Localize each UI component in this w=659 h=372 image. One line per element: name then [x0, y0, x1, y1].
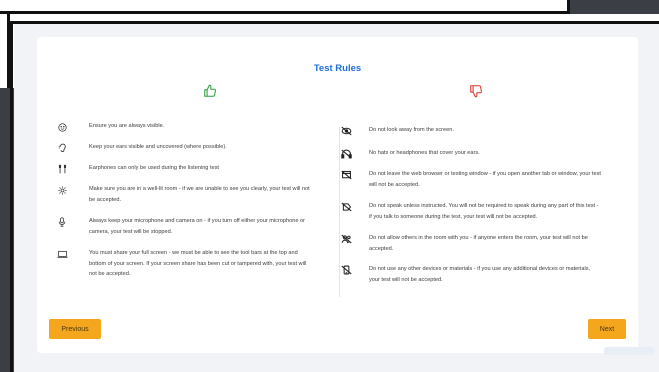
- list-item: Do not speak unless instructed. You will…: [339, 201, 601, 222]
- no-leave-window-icon: [339, 169, 353, 181]
- corner-overlay: [604, 347, 654, 355]
- rule-text: Do not use any other devices or material…: [369, 266, 591, 283]
- list-item: Earphones can only be used during the li…: [55, 163, 314, 175]
- no-speaking-icon: [339, 201, 353, 213]
- rule-text: Ensure you are always visible.: [89, 123, 165, 129]
- list-item: Do not look away from the screen.: [339, 125, 601, 137]
- rule-text: Do not speak unless instructed. You will…: [369, 203, 599, 220]
- no-look-away-icon: [339, 125, 353, 137]
- list-item: Do not allow others in the room with you…: [339, 233, 601, 254]
- rule-text: Do not allow others in the room with you…: [369, 235, 588, 252]
- rule-text: Earphones can only be used during the li…: [89, 165, 219, 171]
- earphones-icon: [55, 163, 69, 175]
- rule-text: No hats or headphones that cover your ea…: [369, 150, 480, 156]
- no-headphones-icon: [339, 148, 353, 160]
- light-icon: [55, 184, 69, 196]
- frame-line: [0, 11, 570, 14]
- list-item: Keep your ears visible and uncovered (wh…: [55, 142, 314, 154]
- list-item: You must share your full screen - we mus…: [55, 248, 314, 280]
- laptop-icon: [55, 248, 69, 260]
- frame-line: [10, 21, 13, 372]
- rule-text: Always keep your microphone and camera o…: [89, 218, 305, 235]
- microphone-icon: [55, 216, 69, 228]
- rule-text: Do not leave the web browser or testing …: [369, 171, 601, 188]
- rule-text: Keep your ears visible and uncovered (wh…: [89, 144, 227, 150]
- list-item: Do not use any other devices or material…: [339, 264, 601, 285]
- no-others-icon: [339, 233, 353, 245]
- thumbs-down-icon: [470, 85, 482, 98]
- frame-line: [10, 21, 659, 24]
- next-button[interactable]: Next: [588, 319, 626, 339]
- list-item: Do not leave the web browser or testing …: [339, 169, 601, 190]
- thumbs-up-icon: [204, 84, 216, 97]
- smiley-icon: [55, 121, 69, 133]
- previous-button[interactable]: Previous: [49, 319, 101, 339]
- page-title: Test Rules: [313, 63, 362, 74]
- ear-icon: [55, 142, 69, 154]
- rule-text: You must share your full screen - we mus…: [89, 250, 307, 277]
- rules-card: Test Rules Ensure you are always visible…: [37, 37, 638, 353]
- rule-text: Do not look away from the screen.: [369, 127, 454, 133]
- rule-text: Make sure you are in a well-lit room - i…: [89, 186, 310, 203]
- list-item: Always keep your microphone and camera o…: [55, 216, 314, 237]
- list-item: Make sure you are in a well-lit room - i…: [55, 184, 314, 205]
- list-item: No hats or headphones that cover your ea…: [339, 148, 601, 160]
- list-item: Ensure you are always visible.: [55, 121, 314, 133]
- background-panel: [570, 0, 659, 14]
- no-devices-icon: [339, 264, 353, 276]
